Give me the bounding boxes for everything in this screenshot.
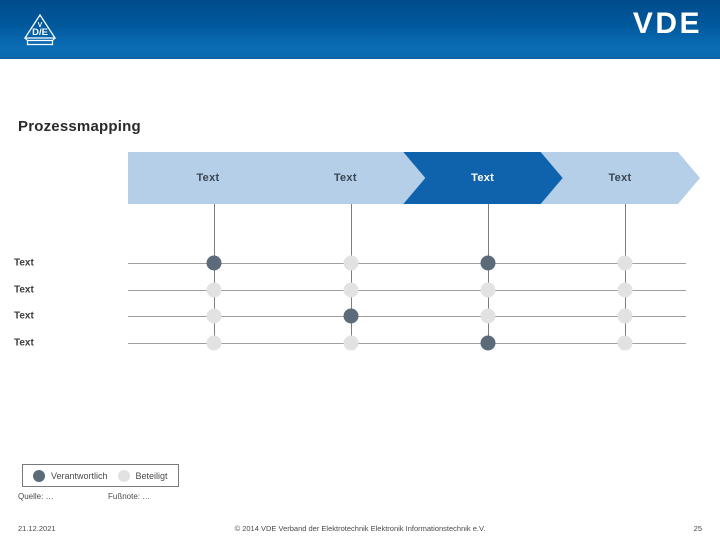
process-mapping-matrix: Text Text Text Text: [0, 0, 720, 540]
matrix-dot-r4-c3-responsible[interactable]: [480, 335, 496, 350]
phase-chevron-label-1: Text: [196, 172, 220, 184]
matrix-dot-r4-c4-involved[interactable]: [617, 335, 633, 350]
matrix-row-label-4: Text: [14, 337, 34, 348]
legend-label-responsible: Verantwortlich: [51, 470, 108, 481]
matrix-dot-r1-c3-responsible[interactable]: [480, 255, 496, 271]
matrix-dot-r1-c1-responsible[interactable]: [206, 255, 222, 271]
footer-page-number: 25: [693, 524, 702, 533]
matrix-row-label-2: Text: [14, 284, 34, 295]
legend-item-responsible: Verantwortlich: [33, 469, 108, 482]
matrix-dot-r4-c1-involved[interactable]: [206, 335, 222, 350]
phase-chevron-band: Text Text Text Text: [128, 152, 700, 204]
matrix-row-label-1: Text: [14, 257, 34, 269]
involved-dot-icon: [117, 469, 130, 482]
legend-item-involved: Beteiligt: [117, 469, 168, 482]
matrix-dot-r2-c1-involved[interactable]: [206, 282, 222, 297]
phase-chevron-2[interactable]: Text: [265, 152, 425, 204]
footnote-note: Fußnote: …: [108, 492, 151, 501]
legend: Verantwortlich Beteiligt: [22, 464, 179, 487]
phase-chevron-label-4: Text: [608, 172, 632, 184]
matrix-dot-r4-c2-involved[interactable]: [343, 335, 359, 350]
matrix-row-label-3: Text: [14, 310, 34, 322]
matrix-dot-r1-c2-involved[interactable]: [343, 255, 359, 271]
footer: 21.12.2021 © 2014 VDE Verband der Elektr…: [0, 524, 720, 538]
phase-chevron-4[interactable]: Text: [540, 152, 700, 204]
matrix-dot-r1-c4-involved[interactable]: [617, 255, 633, 271]
matrix-dot-r3-c1-involved[interactable]: [206, 308, 222, 324]
responsible-dot-icon: [33, 469, 45, 482]
matrix-dot-r2-c2-involved[interactable]: [343, 282, 359, 297]
notes-row: Quelle: … Fußnote: …: [18, 492, 418, 504]
source-note: Quelle: …: [18, 492, 54, 501]
legend-label-involved: Beteiligt: [135, 470, 168, 481]
phase-chevron-1[interactable]: Text: [128, 152, 288, 204]
matrix-dot-r2-c3-involved[interactable]: [480, 282, 496, 297]
phase-chevron-label-2: Text: [333, 172, 357, 184]
phase-chevron-3[interactable]: Text: [403, 152, 563, 204]
phase-chevron-label-3: Text: [471, 172, 495, 184]
matrix-dot-r3-c2-responsible[interactable]: [343, 308, 359, 324]
matrix-dot-r2-c4-involved[interactable]: [617, 282, 633, 297]
footer-copyright: © 2014 VDE Verband der Elektrotechnik El…: [234, 524, 486, 533]
matrix-dot-r3-c3-involved[interactable]: [480, 308, 496, 324]
matrix-dot-r3-c4-involved[interactable]: [617, 308, 633, 324]
